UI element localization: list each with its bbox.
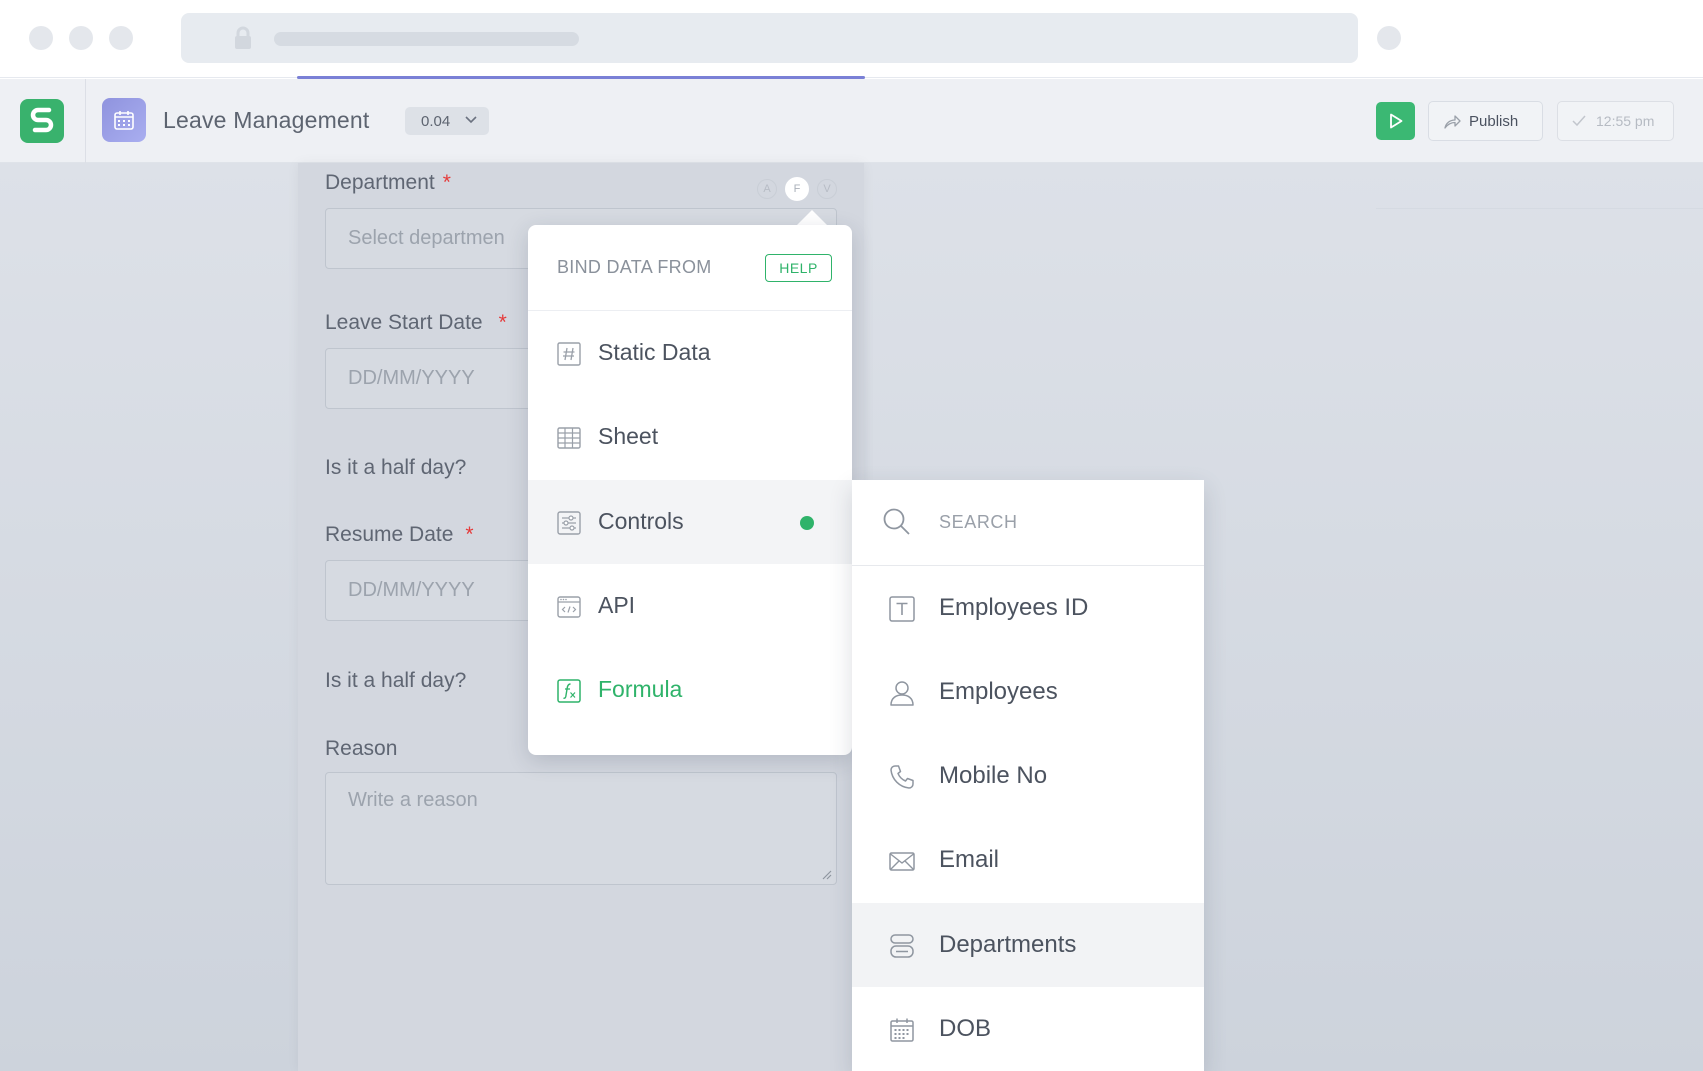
saved-status: 12:55 pm xyxy=(1557,101,1674,141)
bind-option-label: Static Data xyxy=(598,339,711,365)
hash-icon xyxy=(557,342,581,366)
control-item-label: Mobile No xyxy=(939,762,1048,789)
bind-option-label: Formula xyxy=(598,676,683,702)
search-placeholder: SEARCH xyxy=(939,512,1018,532)
popover-title: BIND DATA FROM xyxy=(557,257,712,277)
bind-tab-a[interactable]: A xyxy=(757,179,777,199)
half-day-label-2: Is it a half day? xyxy=(325,669,467,692)
control-item-label: Employees ID xyxy=(939,594,1089,621)
control-item-label: Departments xyxy=(939,931,1077,958)
publish-label: Publish xyxy=(1469,112,1519,130)
app-header: Leave Management 0.04 Publish 12:55 pm xyxy=(0,79,1703,163)
bind-option-label: Controls xyxy=(598,508,684,534)
reason-label: Reason xyxy=(325,737,398,760)
bind-tab-f[interactable]: F xyxy=(785,177,809,201)
control-item-label: Email xyxy=(939,846,1000,873)
version-label: 0.04 xyxy=(421,112,451,130)
required-asterisk: * xyxy=(442,171,451,194)
active-indicator-dot xyxy=(800,516,814,530)
bind-data-popover: BIND DATA FROM HELP Static Data Sheet Co… xyxy=(528,225,852,755)
user-icon xyxy=(890,681,914,706)
text-field-icon xyxy=(889,596,915,622)
leave-start-label: Leave Start Date * xyxy=(325,311,507,334)
grid-icon xyxy=(557,427,581,449)
control-item-label: Employees xyxy=(939,678,1058,705)
window-minimize-dot[interactable] xyxy=(69,26,93,50)
extension-icon[interactable] xyxy=(1377,26,1401,50)
check-icon xyxy=(1572,115,1586,127)
popover-caret xyxy=(796,210,828,226)
code-window-icon xyxy=(557,596,581,618)
formula-icon xyxy=(557,679,581,703)
address-bar[interactable] xyxy=(181,13,1358,63)
control-item-label: DOB xyxy=(939,1015,992,1042)
bind-option-controls[interactable]: Controls xyxy=(528,480,852,564)
canvas-divider xyxy=(1376,208,1703,209)
app-window: Leave Management 0.04 Publish 12:55 pm D… xyxy=(0,0,1703,1071)
reason-textarea[interactable]: Write a reason xyxy=(325,772,837,885)
publish-button[interactable]: Publish xyxy=(1428,101,1543,141)
url-placeholder-bar xyxy=(274,32,579,46)
header-divider xyxy=(85,79,86,163)
search-icon xyxy=(883,508,910,535)
resize-handle-icon[interactable] xyxy=(820,868,832,880)
app-calendar-icon xyxy=(102,98,146,142)
brand-logo-icon[interactable] xyxy=(20,99,64,143)
bind-option-label: Sheet xyxy=(598,423,659,449)
required-asterisk: * xyxy=(465,523,474,546)
play-icon xyxy=(1389,113,1402,129)
bind-option-label: API xyxy=(598,592,636,618)
controls-search[interactable]: SEARCH xyxy=(852,480,1204,566)
bind-option-formula[interactable]: Formula xyxy=(528,648,852,732)
control-item-employees[interactable]: Employees xyxy=(852,650,1204,734)
browser-chrome xyxy=(0,0,1703,79)
resume-date-label: Resume Date * xyxy=(325,523,474,546)
help-button[interactable]: HELP xyxy=(765,254,832,282)
control-item-email[interactable]: Email xyxy=(852,818,1204,902)
window-zoom-dot[interactable] xyxy=(109,26,133,50)
saved-time: 12:55 pm xyxy=(1596,113,1655,129)
bind-option-sheet[interactable]: Sheet xyxy=(528,395,852,479)
control-item-mobile-no[interactable]: Mobile No xyxy=(852,734,1204,818)
share-arrow-icon xyxy=(1444,115,1461,129)
required-asterisk: * xyxy=(498,311,507,334)
preview-run-button[interactable] xyxy=(1376,102,1415,140)
sliders-icon xyxy=(557,511,581,535)
dropdown-icon xyxy=(890,934,914,958)
control-item-departments[interactable]: Departments xyxy=(852,903,1204,987)
bind-option-static-data[interactable]: Static Data xyxy=(528,311,852,395)
department-label: Department * xyxy=(325,171,451,194)
chevron-down-icon xyxy=(465,116,477,124)
bind-tab-v[interactable]: V xyxy=(817,179,837,199)
reason-placeholder: Write a reason xyxy=(348,789,478,811)
popover-header: BIND DATA FROM HELP xyxy=(528,225,852,311)
phone-icon xyxy=(890,765,914,789)
version-dropdown[interactable]: 0.04 xyxy=(405,107,489,135)
half-day-label-1: Is it a half day? xyxy=(325,456,467,479)
lock-icon xyxy=(235,26,251,49)
mail-icon xyxy=(889,852,915,871)
app-title: Leave Management xyxy=(163,107,370,133)
window-close-dot[interactable] xyxy=(29,26,53,50)
calendar-icon xyxy=(890,1018,914,1042)
controls-submenu: SEARCH Employees ID Employees Mobile No xyxy=(852,480,1204,1071)
control-item-dob[interactable]: DOB xyxy=(852,987,1204,1071)
bind-option-api[interactable]: API xyxy=(528,564,852,648)
control-item-employees-id[interactable]: Employees ID xyxy=(852,566,1204,650)
